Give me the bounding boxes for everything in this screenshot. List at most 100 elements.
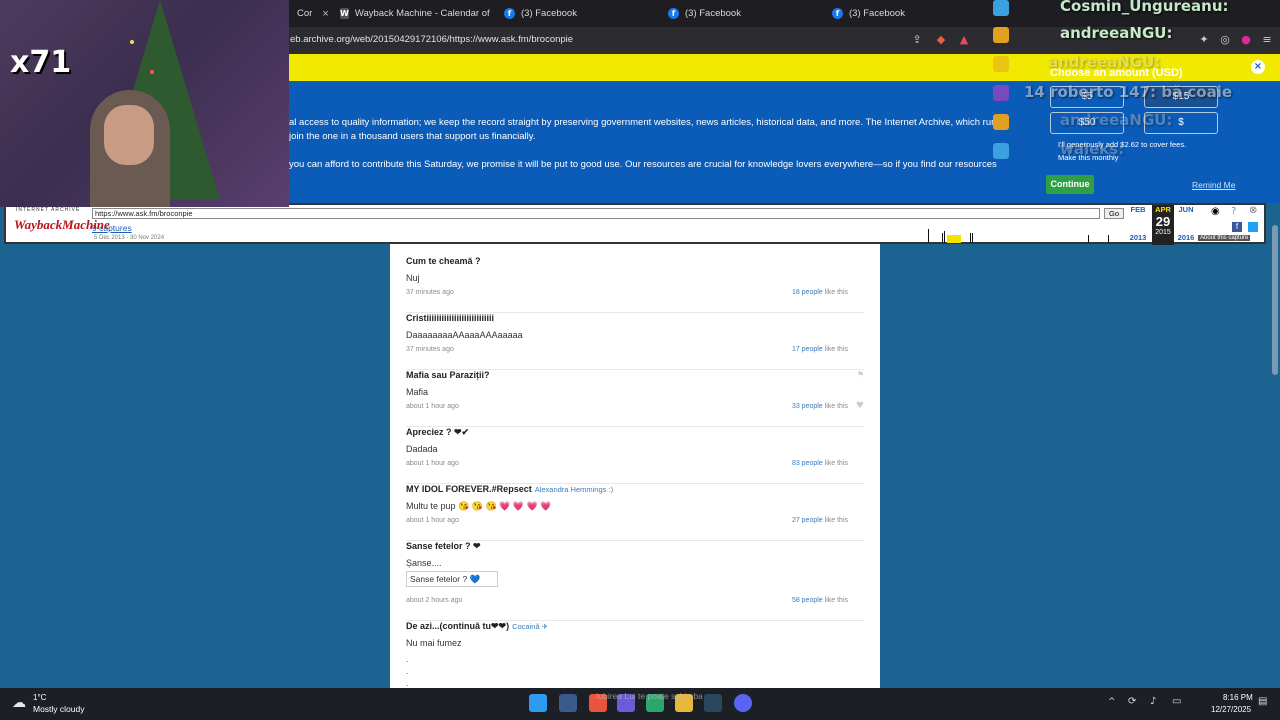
webcam-overlay: x71 (0, 0, 289, 207)
likes-link[interactable]: 18 people (792, 289, 823, 296)
question-text[interactable]: Mafia sau Paraziții? (406, 370, 490, 380)
likes-link[interactable]: 27 people (792, 517, 823, 524)
streamer-face (104, 105, 154, 165)
question-text[interactable]: MY IDOL FOREVER.#Repsect Alexandra Hemmin… (406, 484, 613, 494)
wayback-url-input[interactable]: https://www.ask.fm/broconpie (92, 208, 1100, 219)
close-banner-icon[interactable]: × (1251, 60, 1265, 74)
notification-icon[interactable]: ▤ (1258, 696, 1267, 707)
weather-temperature[interactable]: 1°C (33, 693, 46, 702)
report-flag-icon[interactable]: ⚑ (857, 370, 864, 379)
likes-link[interactable]: 83 people (792, 460, 823, 467)
next-year-label[interactable]: 2016 (1177, 233, 1195, 242)
tab-3[interactable]: f (3) Facebook (660, 0, 820, 27)
steam-icon[interactable] (704, 694, 722, 712)
capture-bar (972, 233, 973, 243)
chat-message: 14 roberto 147: bă coaie (1024, 83, 1233, 101)
account-icon[interactable]: ◉ (1211, 206, 1220, 217)
continue-button[interactable]: Continue (1046, 175, 1094, 194)
likes-suffix: like this (824, 517, 848, 524)
question-text[interactable]: Cum te cheamă ? (406, 256, 481, 266)
banner-text-1: al access to quality information; we kee… (289, 117, 1002, 128)
tab-label: (3) Facebook (521, 8, 577, 19)
banner-text-2: join the one in a thousand users that su… (289, 131, 536, 142)
answer-item: Apreciez ? ❤✔ Dadada about 1 hour ago 83… (406, 427, 864, 484)
url-field[interactable]: eb.archive.org/web/20150429172106/https:… (290, 34, 573, 45)
capture-sparkline[interactable] (624, 225, 1124, 243)
network-icon[interactable]: ▭ (1172, 696, 1181, 707)
facebook-share-icon[interactable]: f (1232, 222, 1242, 232)
answer-item: Mafia sau Paraziții? Mafia about 1 hour … (406, 370, 864, 427)
answer-time[interactable]: about 1 hour ago (406, 517, 459, 524)
discord-icon[interactable] (734, 694, 752, 712)
tree-light (130, 40, 134, 44)
prev-month-label[interactable]: FEB (1129, 205, 1147, 214)
extensions-icon[interactable]: ✦ (1197, 33, 1211, 47)
facebook-icon: f (504, 8, 515, 19)
likes-suffix: like this (824, 460, 848, 467)
wallet-icon[interactable]: ● (1239, 33, 1253, 47)
tab-4[interactable]: f (3) Facebook (824, 0, 984, 27)
internet-archive-label: INTERNET ARCHIVE (16, 207, 81, 213)
next-month-label[interactable]: JUN (1177, 205, 1195, 214)
weather-description[interactable]: Mostly cloudy (33, 704, 85, 714)
asker-link[interactable]: Cocaină ✈ (512, 622, 548, 631)
chat-message: waleks: (1060, 140, 1125, 158)
answer-time[interactable]: about 1 hour ago (406, 403, 459, 410)
likes-link[interactable]: 58 people (792, 597, 823, 604)
about-capture-link[interactable]: About this capture (1198, 235, 1251, 241)
likes-count: 58 people like this (792, 597, 848, 604)
answer-text: Multu te pup 😘 😘 😘 💗 💗 💗 💗 (406, 501, 552, 511)
question-text[interactable]: Sanse fetelor ? ❤ (406, 541, 481, 552)
capture-bar (942, 233, 943, 243)
tab-0[interactable]: Cor × (289, 0, 329, 27)
answer-time[interactable]: about 2 hours ago (406, 597, 462, 604)
brave-rewards-icon[interactable]: ▲ (957, 33, 971, 47)
likes-suffix: like this (824, 597, 848, 604)
close-toolbar-icon[interactable]: ⊗ (1249, 205, 1257, 216)
asker-link[interactable]: Alexandra Hemmings :) (535, 485, 613, 494)
question-text[interactable]: Apreciez ? ❤✔ (406, 427, 469, 438)
remind-me-link[interactable]: Remind Me (1192, 180, 1235, 190)
chat-badge-icon (993, 0, 1009, 16)
current-day-label: 29 (1155, 214, 1171, 229)
speaker-icon[interactable]: ♪ (1150, 696, 1156, 707)
wayback-toolbar: INTERNET ARCHIVE WaybackMachine https://… (4, 203, 1266, 245)
brave-shield-icon[interactable]: ◆ (934, 33, 948, 47)
answer-image[interactable]: Sanse fetelor ? 💙 (406, 571, 498, 587)
likes-link[interactable]: 17 people (792, 346, 823, 353)
answer-time[interactable]: about 1 hour ago (406, 460, 459, 467)
twitter-share-icon[interactable] (1248, 222, 1258, 232)
answer-item: De azi...(continuă tu❤❤) Cocaină ✈ Nu mai… (406, 621, 864, 688)
help-icon[interactable]: ? (1231, 206, 1236, 217)
crown-icon (993, 56, 1009, 72)
banner-text-3: you can afford to contribute this Saturd… (289, 159, 997, 170)
close-tab-icon[interactable]: × (322, 8, 328, 20)
like-heart-icon[interactable]: ♥ (856, 401, 864, 411)
sync-icon[interactable]: ⟳ (1128, 696, 1136, 707)
file-icon[interactable] (559, 694, 577, 712)
crown-icon (993, 114, 1009, 130)
start-icon[interactable] (529, 694, 547, 712)
weather-cloud-icon[interactable]: ☁ (12, 695, 26, 711)
menu-icon[interactable]: ≡ (1260, 33, 1274, 47)
scrollbar-thumb[interactable] (1272, 225, 1278, 375)
answer-text: Șanse.... (406, 558, 442, 568)
clock-date[interactable]: 12/27/2025 (1211, 705, 1251, 714)
likes-link[interactable]: 33 people (792, 403, 823, 410)
share-icon[interactable]: ⇪ (910, 33, 924, 47)
tab-2[interactable]: f (3) Facebook (496, 0, 656, 27)
question-text[interactable]: De azi...(continuă tu❤❤) Cocaină ✈ (406, 621, 548, 632)
question-text[interactable]: Cristiiiiiiiiiiiiiiiiiiiiiiiiiii (406, 313, 494, 323)
chat-message: andreeaNGU: (1060, 24, 1173, 42)
chevron-up-icon[interactable]: ^ (1108, 697, 1116, 707)
prev-year-label[interactable]: 2013 (1129, 233, 1147, 242)
chat-badge-icon (993, 85, 1009, 101)
captures-link[interactable]: 9 captures (92, 223, 132, 233)
answer-item: MY IDOL FOREVER.#Repsect Alexandra Hemmin… (406, 484, 864, 541)
tab-1[interactable]: W Wayback Machine - Calendar of http: (332, 0, 492, 27)
answer-time[interactable]: 37 minutes ago (406, 289, 454, 296)
wayback-go-button[interactable]: Go (1104, 208, 1124, 219)
answer-time[interactable]: 37 minutes ago (406, 346, 454, 353)
clock-time[interactable]: 8:16 PM (1223, 693, 1253, 702)
vpn-icon[interactable]: ◎ (1218, 33, 1232, 47)
